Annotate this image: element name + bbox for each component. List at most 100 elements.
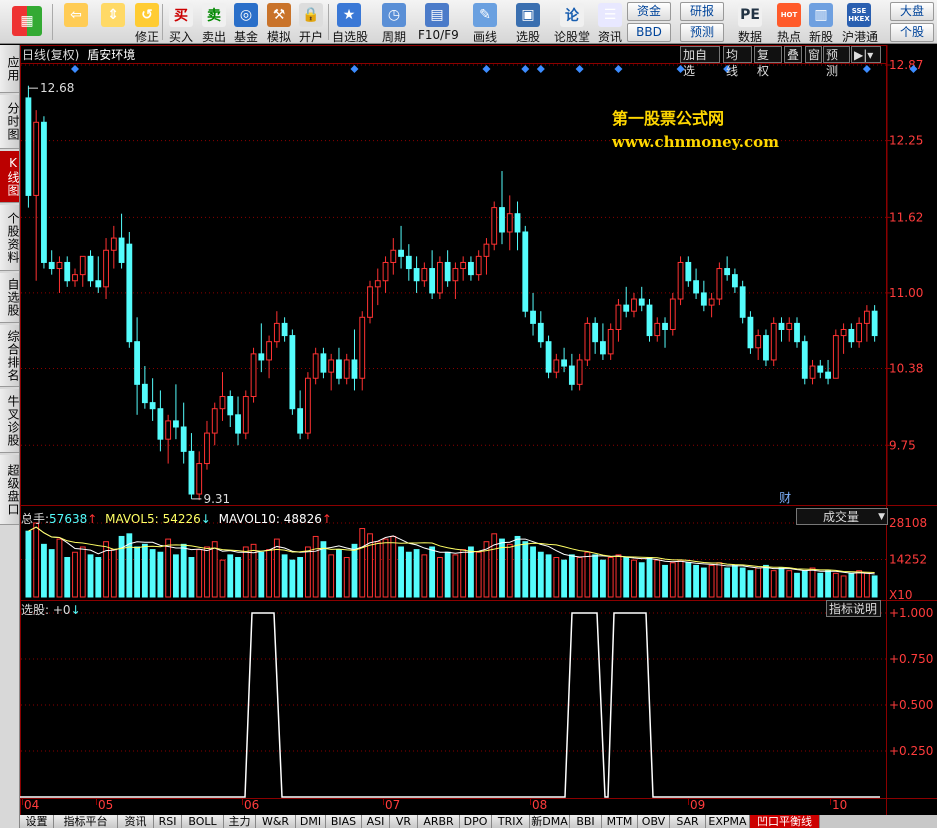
indicator-tab-14[interactable]: 新DMA: [530, 815, 570, 828]
toolbar-back-arrow-button[interactable]: ⇦: [56, 0, 96, 44]
indicator-tab-4[interactable]: BOLL: [182, 815, 224, 828]
indicator-tab-8[interactable]: BIAS: [326, 815, 362, 828]
research-button[interactable]: 研报: [680, 2, 724, 21]
volume-bar: [211, 541, 218, 598]
toolbar-star-window-button[interactable]: ★ 自选股: [332, 0, 368, 44]
windows-icon: ▦: [12, 6, 42, 36]
left-tab-7[interactable]: 超级盘口: [0, 455, 20, 525]
left-tab-2[interactable]: K线图: [0, 151, 20, 203]
toolbar-lock-button[interactable]: 🔒 开户: [296, 0, 326, 44]
left-tab-6[interactable]: 牛叉诊股: [0, 389, 20, 453]
indicator-tab-17[interactable]: OBV: [638, 815, 670, 828]
stock-button[interactable]: 个股: [890, 23, 934, 42]
chart-button-4[interactable]: 窗: [805, 46, 822, 63]
toolbar-pen-button[interactable]: ✎ 画线: [466, 0, 504, 44]
candle-body: [506, 213, 513, 233]
indicator-tab-15[interactable]: BBI: [570, 815, 602, 828]
event-diamond-icon: [862, 65, 871, 73]
toolbar-refresh-button[interactable]: ↺ 修正: [131, 0, 163, 44]
indicator-tab-11[interactable]: ARBR: [418, 815, 460, 828]
candle-body: [468, 261, 474, 276]
toolbar-pe-button[interactable]: PE 数据: [734, 0, 766, 44]
toolbar-new-stock-button[interactable]: ▥ 新股: [806, 0, 836, 44]
toolbar-windows-button[interactable]: ▦: [3, 0, 51, 44]
candle-body: [794, 322, 800, 343]
refresh-icon: ↺: [135, 3, 159, 27]
indicator-tab-16[interactable]: MTM: [602, 815, 638, 828]
toolbar-gavel-button[interactable]: ⚒ 模拟: [264, 0, 294, 44]
indicator-tab-20[interactable]: 凹口平衡线: [750, 815, 820, 828]
up-down-arrow-icon: ⇕: [101, 3, 125, 27]
funds-button[interactable]: 资金: [627, 2, 671, 21]
volume-bar: [227, 554, 234, 598]
volume-bar: [584, 551, 591, 598]
indicator-tab-5[interactable]: 主力: [224, 815, 256, 828]
candle-body: [747, 316, 754, 349]
indicator-axis-label: +0.750: [889, 652, 933, 666]
candle-body: [72, 274, 78, 282]
indicator-tab-13[interactable]: TRIX: [492, 815, 530, 828]
indicator-tab-12[interactable]: DPO: [460, 815, 492, 828]
left-tab-3[interactable]: 个股资料: [0, 205, 20, 271]
toolbar-f10-button[interactable]: ▤ F10/F9: [418, 0, 459, 44]
indicator-tab-1[interactable]: 指标平台: [54, 815, 118, 828]
candle-body: [64, 261, 71, 282]
chart-button-3[interactable]: 叠: [784, 46, 802, 63]
volume-bar: [312, 535, 319, 598]
indicator-explain-button[interactable]: 指标说明: [826, 600, 881, 617]
chart-button-0[interactable]: 加自选: [680, 46, 720, 78]
indicator-tab-9[interactable]: ASI: [362, 815, 390, 828]
period-label[interactable]: 日线(复权): [22, 48, 79, 62]
candle-body: [522, 231, 529, 312]
forecast-button[interactable]: 预测: [680, 23, 724, 42]
indicator-tab-3[interactable]: RSI: [154, 815, 182, 828]
month-label: 04: [24, 798, 39, 812]
left-tab-0[interactable]: 应用: [0, 45, 20, 93]
indicator-tab-19[interactable]: EXPMA: [706, 815, 750, 828]
toolbar-sell-button[interactable]: 卖卖出: [199, 0, 229, 44]
indicator-tab-18[interactable]: SAR: [670, 815, 706, 828]
volume-axis-label: 28108: [889, 516, 927, 530]
volume-bar: [304, 546, 311, 598]
chart-nav-button[interactable]: ▶|▾: [851, 46, 881, 63]
toolbar-sse-hkex-button[interactable]: SSE HKEX 沪港通: [842, 0, 878, 44]
left-tab-5[interactable]: 综合排名: [0, 325, 20, 387]
kline-chart-panel[interactable]: 12.87 12.25 11.62 11.00 10.38 9.75 12.68 9.31 财 2…: [20, 45, 937, 815]
indicator-tab-2[interactable]: 资讯: [118, 815, 154, 828]
volume-bar: [553, 557, 560, 598]
left-tab-4[interactable]: 自选股: [0, 273, 20, 323]
toolbar-fund-button[interactable]: ◎ 基金: [231, 0, 261, 44]
indicator-tab-7[interactable]: DMI: [296, 815, 326, 828]
toolbar-separator: [52, 4, 53, 40]
indicator-tab-0[interactable]: 设置: [20, 815, 54, 828]
bbd-button[interactable]: BBD: [627, 23, 671, 42]
toolbar-label: 论股堂: [554, 30, 591, 44]
chart-button-5[interactable]: 预测: [823, 46, 850, 78]
toolbar-separator: [162, 4, 163, 40]
toolbar-news-button[interactable]: ☰ 资讯: [596, 0, 624, 44]
watermark-title: 第一股票公式网: [612, 109, 725, 128]
volume-indicator-dropdown[interactable]: 成交量 ▼: [796, 508, 888, 525]
candle-body: [281, 322, 288, 337]
left-tab-1[interactable]: 分时图: [0, 95, 20, 149]
indicator-tab-6[interactable]: W&R: [256, 815, 296, 828]
toolbar-screen-button[interactable]: ▣ 选股: [510, 0, 546, 44]
market-button[interactable]: 大盘: [890, 2, 934, 21]
volume-bar: [289, 559, 296, 598]
toolbar-buy-button[interactable]: 买买入: [166, 0, 196, 44]
chart-button-1[interactable]: 均线: [723, 46, 752, 78]
toolbar-forum-button[interactable]: 论论股堂: [554, 0, 590, 44]
chart-header: 日线(复权) 盾安环境: [22, 46, 135, 63]
toolbar-hot-button[interactable]: HOT 热点: [774, 0, 804, 44]
toolbar-up-down-arrow-button[interactable]: ⇕: [99, 0, 127, 44]
chart-canvas[interactable]: 12.87 12.25 11.62 11.00 10.38 9.75 12.68 9.31 财 2…: [20, 45, 937, 815]
candle-body: [398, 249, 404, 257]
candle-body: [840, 328, 847, 337]
candle-body: [809, 365, 816, 379]
candle-body: [289, 335, 296, 410]
candle-body: [576, 359, 583, 385]
toolbar-clock-button[interactable]: ◷ 周期: [376, 0, 412, 44]
chart-button-2[interactable]: 复权: [754, 46, 782, 78]
lock-icon: 🔒: [299, 3, 323, 27]
indicator-tab-10[interactable]: VR: [390, 815, 418, 828]
